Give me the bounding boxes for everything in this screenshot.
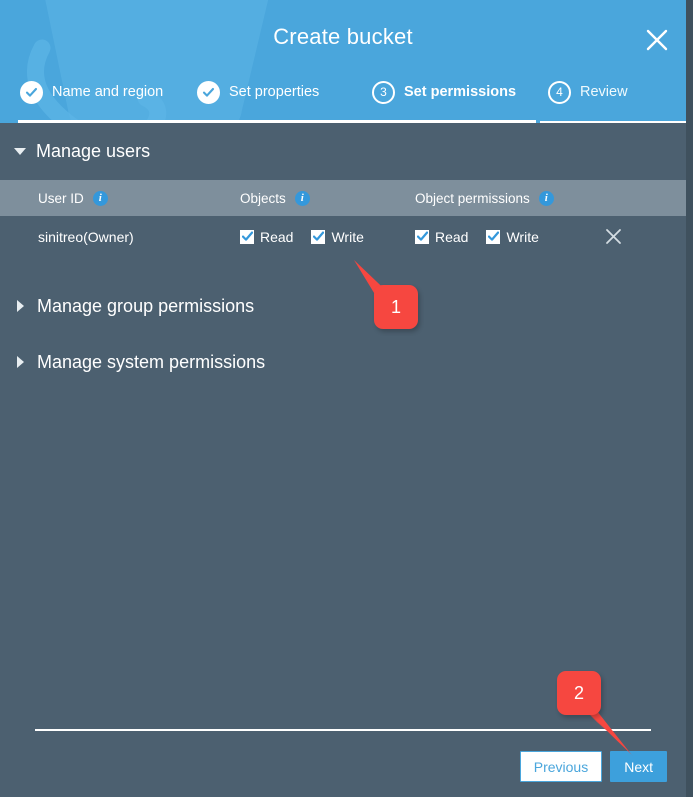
number-circle-icon: 3 [372,80,395,104]
table-row: sinitreo(Owner) Read Write Read Write [0,216,686,257]
read-checkbox-object-permissions[interactable]: Read [415,229,468,245]
step-label: Set properties [229,84,320,100]
cell-objects-permissions: Read Write [240,229,415,245]
footer-divider [35,729,651,731]
info-icon[interactable]: i [294,190,310,206]
checkbox-checked-icon [311,229,326,244]
column-label: Object permissions [415,190,530,206]
page-title: Create bucket [273,24,413,49]
checkbox-label: Write [331,228,364,245]
step-label: Name and region [52,84,164,100]
step-review[interactable]: 4 Review [548,75,628,109]
info-icon[interactable]: i [538,190,554,206]
column-label: Objects [240,190,286,206]
caret-down-icon [14,148,26,155]
checkbox-label: Read [260,228,294,245]
checkbox-checked-icon [415,229,429,244]
section-header-manage-users[interactable]: Manage users [0,123,686,180]
column-header-user-id: User ID i [0,190,240,206]
checkbox-checked-icon [486,229,501,244]
read-checkbox-objects[interactable]: Read [240,229,293,245]
step-set-properties[interactable]: Set properties [197,75,319,109]
cell-object-permissions: Read Write [415,229,589,245]
column-header-objects: Objects i [240,190,415,206]
callout-badge-2: 2 [557,671,601,715]
step-set-permissions[interactable]: 3 Set permissions [372,75,516,109]
step-label: Set permissions [404,84,517,100]
step-progress: Name and region Set properties 3 Set per… [0,75,686,123]
checkbox-label: Write [506,228,539,245]
step-name-and-region[interactable]: Name and region [20,75,163,109]
table-header-row: User ID i Objects i Object permissions i [0,180,686,216]
section-title: Manage group permissions [37,295,255,316]
column-header-object-permissions: Object permissions i [415,190,648,206]
checkbox-label: Read [435,228,469,245]
section-title: Manage system permissions [37,351,266,372]
step-label: Review [580,84,628,100]
callout-badge-1: 1 [374,285,418,329]
write-checkbox-object-permissions[interactable]: Write [486,228,539,245]
caret-right-icon [17,300,24,312]
info-icon[interactable]: i [92,190,108,206]
checkbox-checked-icon [240,229,254,244]
section-header-manage-group-permissions[interactable]: Manage group permissions [0,279,686,333]
caret-right-icon [17,356,24,368]
section-title: Manage users [36,141,151,161]
create-bucket-dialog: Create bucket Name and region Set proper… [0,0,693,797]
write-checkbox-objects[interactable]: Write [311,228,364,245]
cell-remove [589,225,686,249]
column-label: User ID [38,190,84,206]
close-icon[interactable] [636,19,678,61]
remove-user-close-icon[interactable] [601,225,625,249]
number-circle-icon: 4 [548,80,571,104]
section-header-manage-system-permissions[interactable]: Manage system permissions [0,335,686,389]
manage-users-table: User ID i Objects i Object permissions i… [0,180,686,257]
check-circle-icon [197,80,220,104]
check-circle-icon [20,80,43,104]
vertical-scrollbar[interactable] [686,0,693,797]
dialog-header: Create bucket Name and region Set proper… [0,0,686,123]
cell-user-id: sinitreo(Owner) [38,228,134,245]
